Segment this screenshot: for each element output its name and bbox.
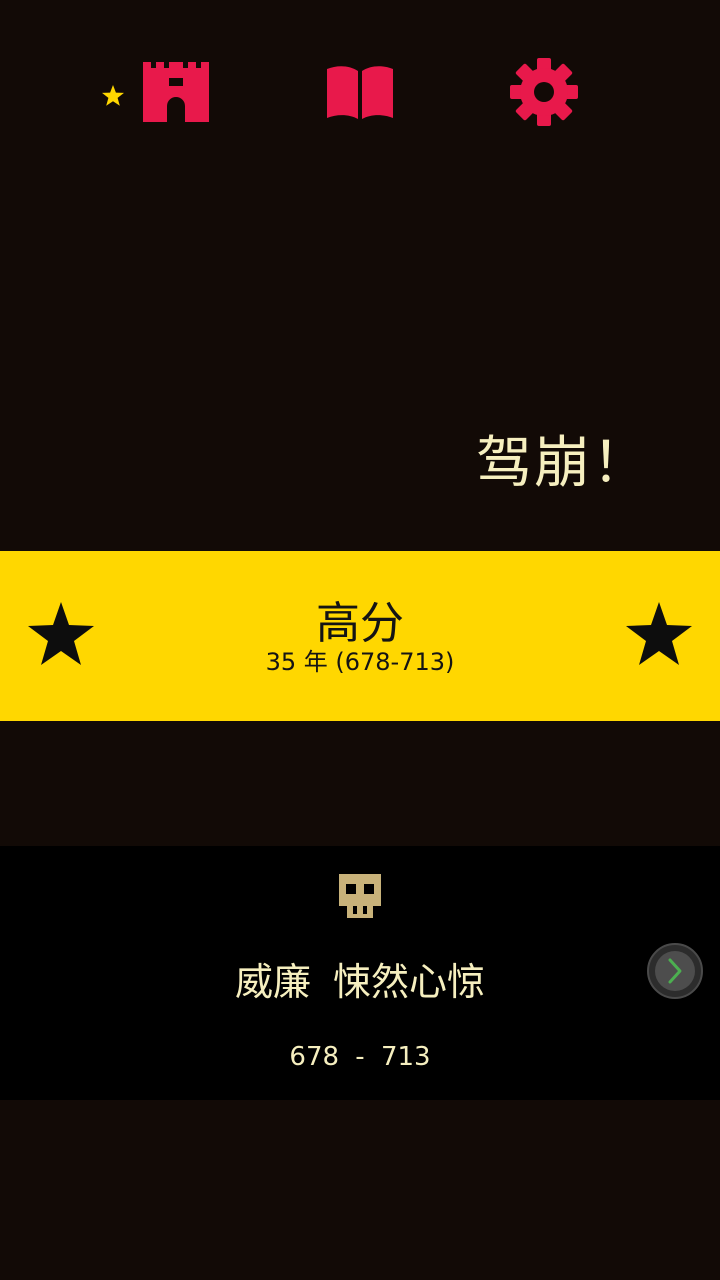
game-over-screen: 驾崩！ 高分 35 年 (678-713) 威廉 悚然心惊 678 - 713 <box>0 0 720 1280</box>
star-icon <box>626 602 692 665</box>
book-icon <box>327 66 393 119</box>
settings-button[interactable] <box>508 56 580 128</box>
skull-icon <box>339 874 381 918</box>
new-star-icon <box>102 85 124 106</box>
chevron-right-icon <box>668 958 682 984</box>
castle-icon <box>143 62 209 122</box>
castle-button[interactable] <box>140 56 212 128</box>
ruler-result-panel: 威廉 悚然心惊 678 - 713 <box>0 846 720 1100</box>
next-button-face <box>655 951 695 991</box>
highscore-title: 高分 <box>316 598 404 649</box>
book-button[interactable] <box>324 56 396 128</box>
reign-ended-heading: 驾崩！ <box>476 431 650 496</box>
gear-icon <box>510 58 578 126</box>
highscore-banner: 高分 35 年 (678-713) <box>0 551 720 721</box>
highscore-subtitle: 35 年 (678-713) <box>265 648 455 676</box>
ruler-name: 威廉 悚然心惊 <box>234 960 486 1004</box>
next-button[interactable] <box>647 943 703 999</box>
reign-years: 678 - 713 <box>289 1042 431 1072</box>
